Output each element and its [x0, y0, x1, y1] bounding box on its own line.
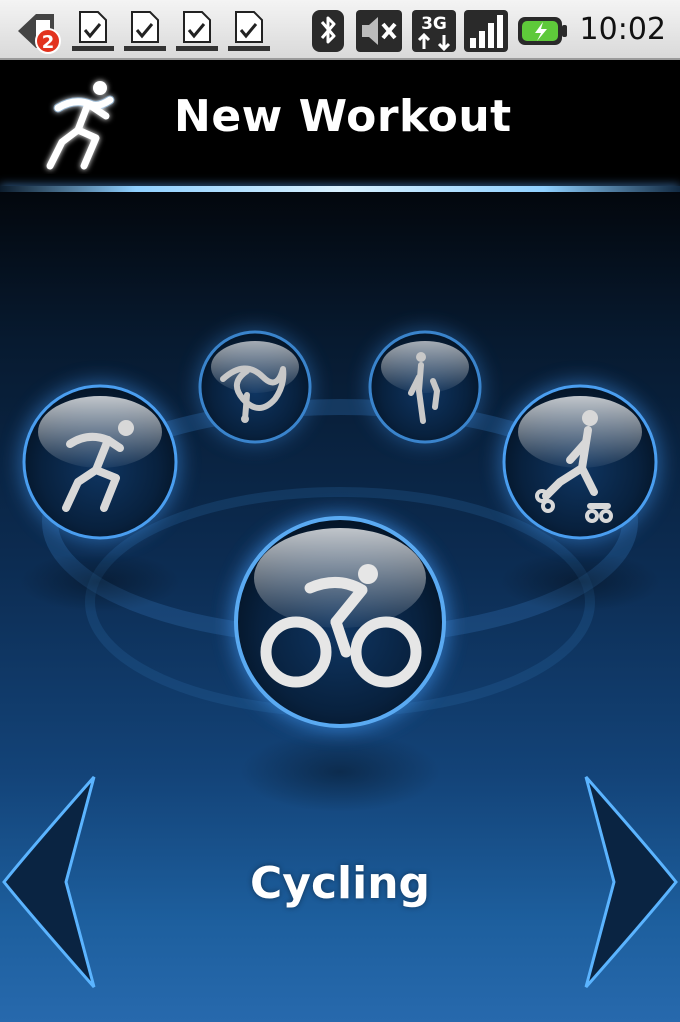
download-complete-icon[interactable]	[224, 8, 272, 54]
chevron-right-icon[interactable]	[580, 772, 680, 982]
app-header: New Workout	[0, 60, 680, 190]
status-bar: 2 3G 10:02	[0, 0, 680, 60]
notification-badge-icon[interactable]: 2	[10, 8, 66, 54]
notification-count: 2	[42, 32, 55, 53]
bluetooth-icon	[312, 10, 344, 52]
volume-muted-icon	[356, 10, 402, 52]
chevron-left-icon[interactable]	[0, 772, 100, 982]
sport-button-inline-skating[interactable]	[500, 382, 660, 542]
floor-shadow	[500, 552, 660, 612]
download-complete-icon[interactable]	[120, 8, 168, 54]
sport-button-mountain-biking[interactable]	[197, 329, 313, 445]
network-type-label: 3G	[421, 14, 447, 34]
floor-shadow	[20, 552, 180, 612]
page-title: New Workout	[174, 91, 512, 142]
network-3g-icon: 3G	[412, 10, 456, 52]
selected-sport-label: Cycling	[249, 858, 431, 909]
download-complete-icon[interactable]	[172, 8, 220, 54]
runner-logo-icon	[46, 81, 115, 170]
battery-charging-icon	[518, 17, 567, 45]
sport-carousel: Cycling	[0, 192, 680, 1022]
floor-shadow	[240, 732, 440, 812]
sport-button-running[interactable]	[20, 382, 180, 542]
screen: 2 3G 10:02 New Workout Cycling	[0, 0, 680, 1022]
signal-strength-icon	[464, 10, 508, 52]
sport-button-cycling[interactable]	[232, 514, 448, 730]
download-complete-icon[interactable]	[68, 8, 116, 54]
sport-button-walking[interactable]	[367, 329, 483, 445]
status-clock: 10:02	[579, 12, 666, 47]
